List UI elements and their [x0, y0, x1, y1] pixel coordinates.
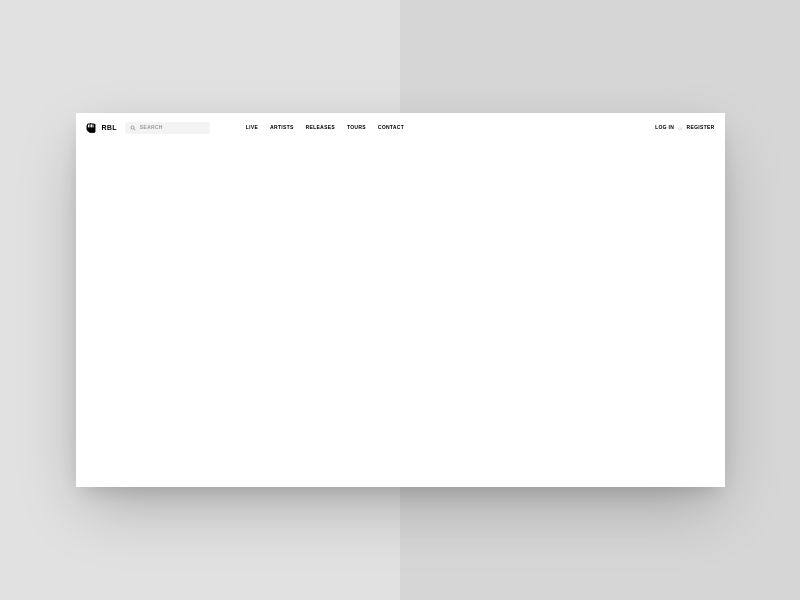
app-window: RBL LIVE ARTISTS RELEASES TOURS CONTACT …	[76, 113, 725, 487]
fist-icon	[86, 122, 98, 134]
login-link[interactable]: LOG IN	[655, 125, 674, 131]
search-icon	[130, 125, 136, 131]
auth-separator: or	[678, 126, 682, 131]
nav-artists[interactable]: ARTISTS	[270, 125, 294, 131]
register-link[interactable]: REGISTER	[687, 125, 715, 131]
nav-live[interactable]: LIVE	[246, 125, 258, 131]
brand-logo[interactable]: RBL	[86, 122, 117, 134]
nav-contact[interactable]: CONTACT	[378, 125, 404, 131]
header-bar: RBL LIVE ARTISTS RELEASES TOURS CONTACT …	[76, 113, 725, 143]
search-box[interactable]	[125, 122, 210, 134]
search-input[interactable]	[140, 125, 205, 131]
brand-name: RBL	[102, 125, 117, 132]
nav-releases[interactable]: RELEASES	[306, 125, 335, 131]
nav-tours[interactable]: TOURS	[347, 125, 366, 131]
auth-links: LOG IN or REGISTER	[655, 125, 714, 131]
main-nav: LIVE ARTISTS RELEASES TOURS CONTACT	[246, 125, 404, 131]
